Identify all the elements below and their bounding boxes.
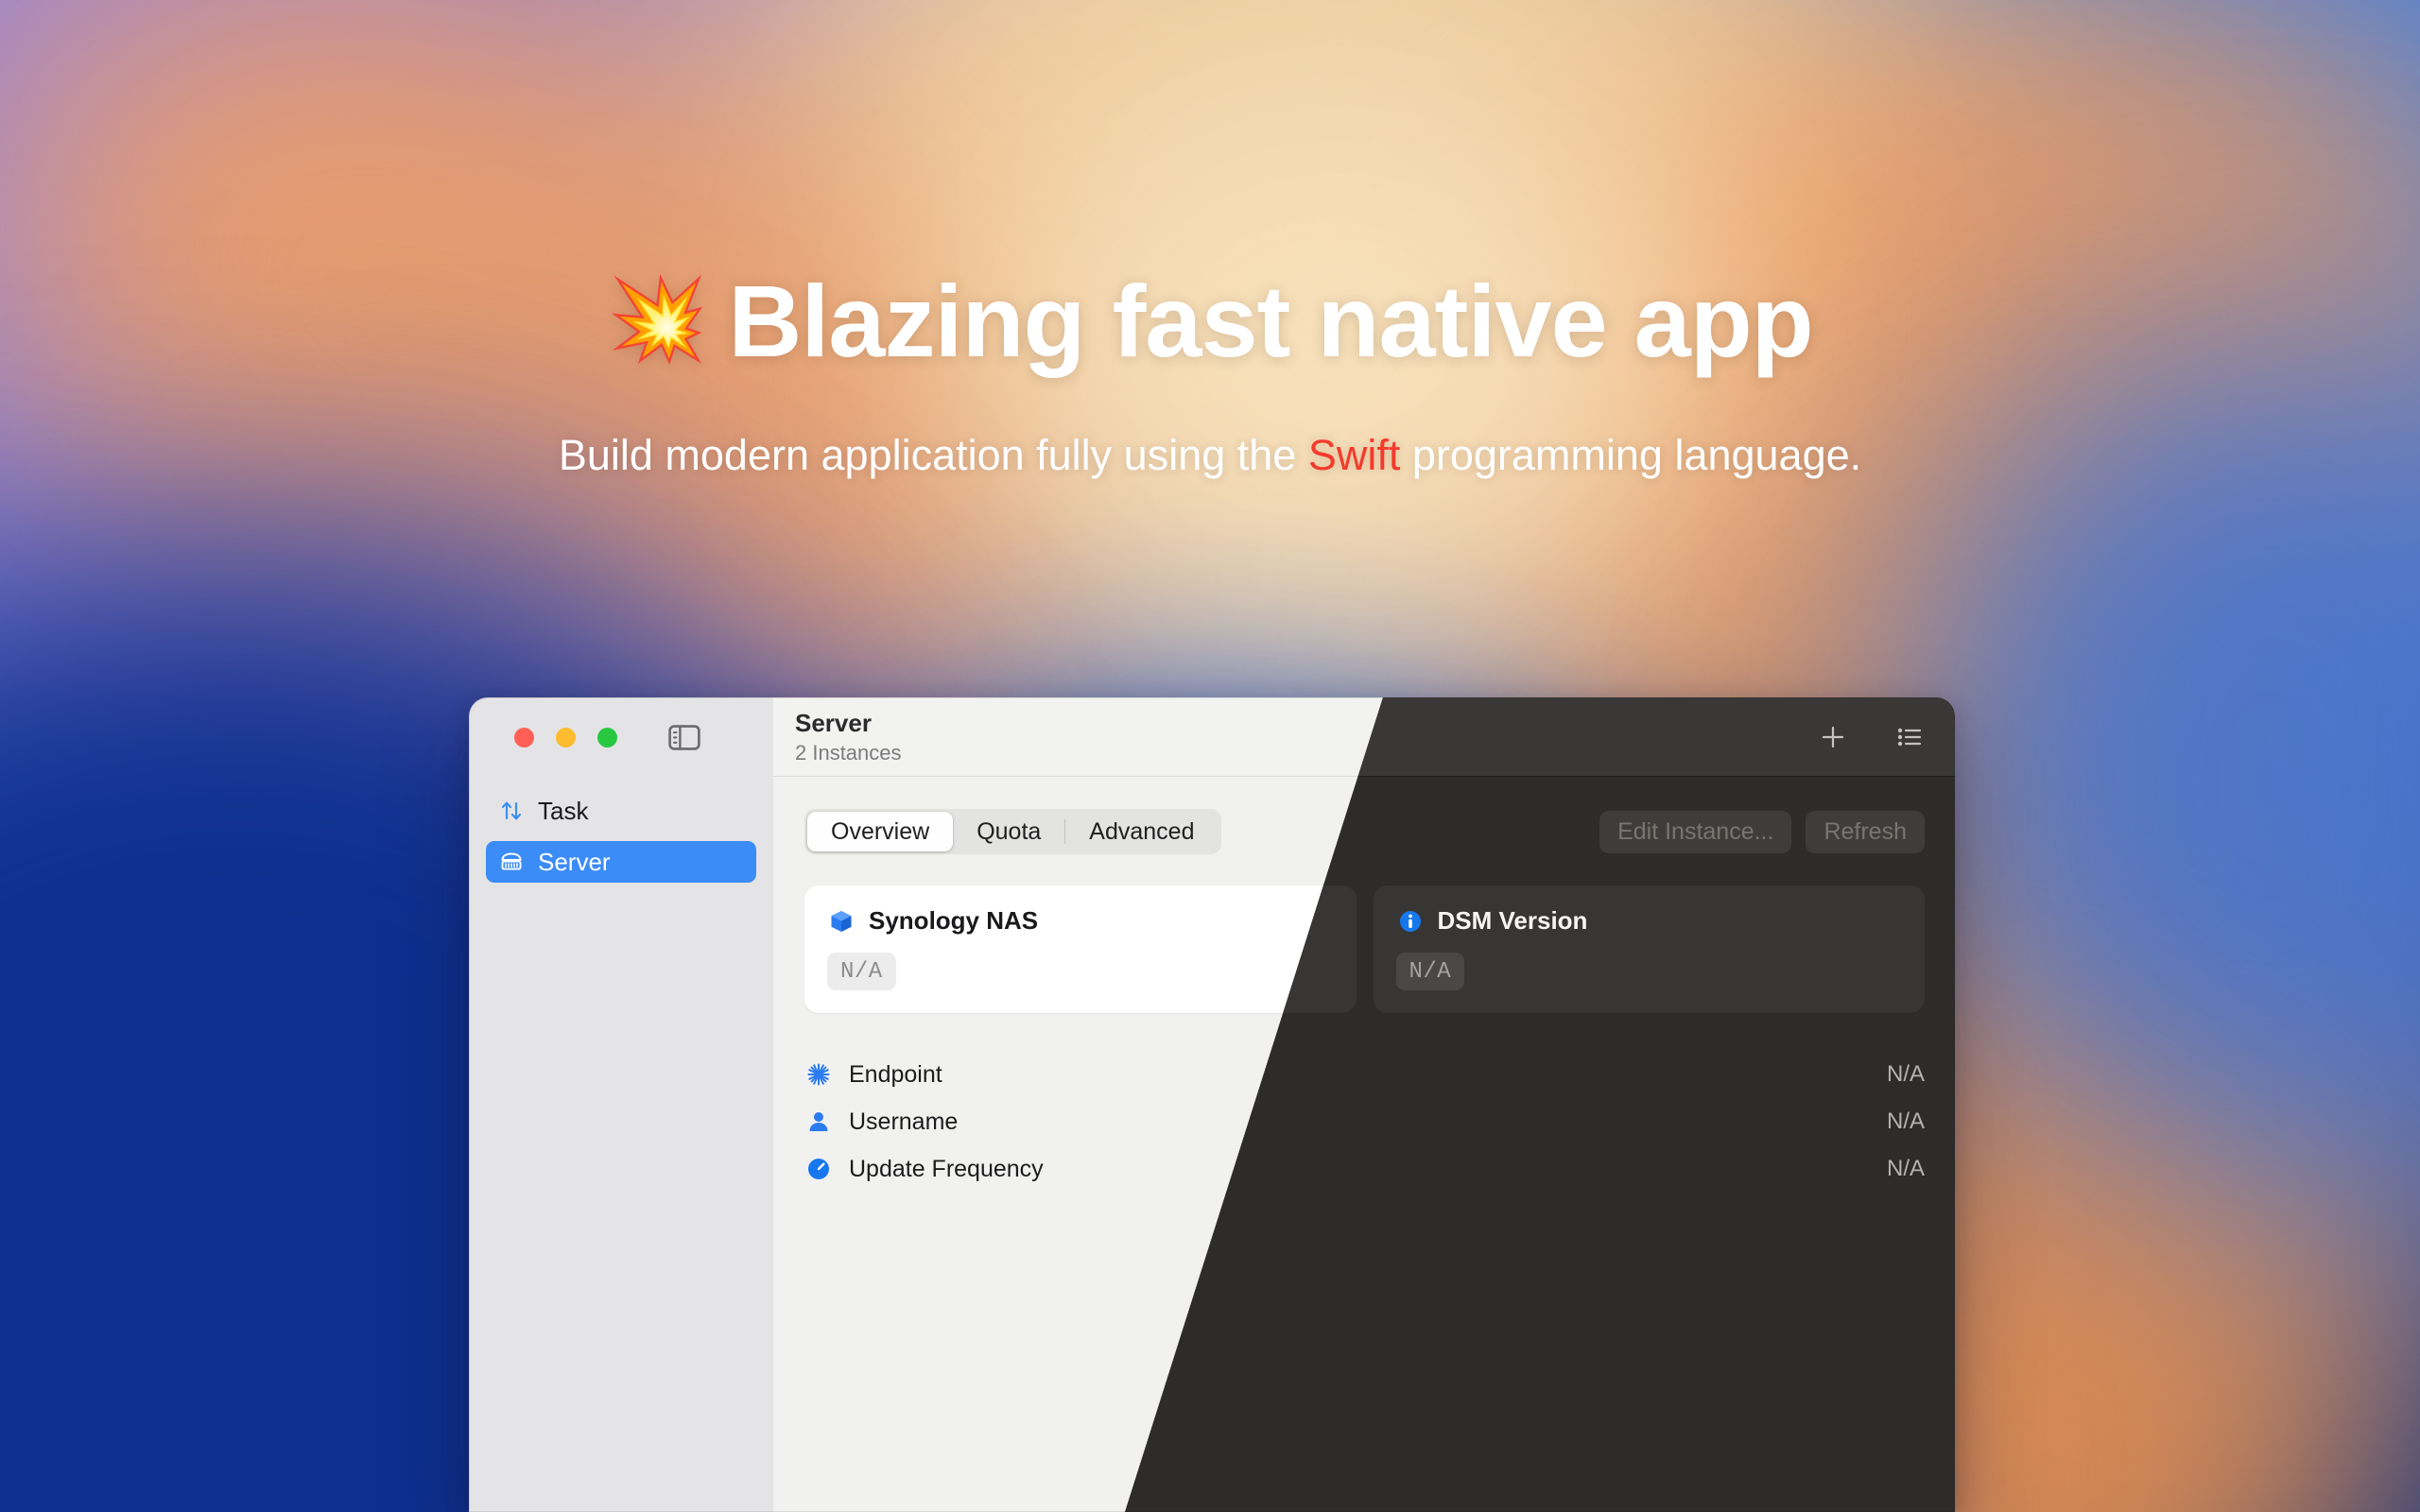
row-label: Username [849,1108,959,1135]
toolbar-titles: Server 2 Instances [795,709,902,765]
close-button[interactable] [514,727,534,747]
titlebar [469,697,773,777]
row-value: N/A [1886,1061,1925,1087]
sidebar-item-server[interactable]: Server [486,841,756,883]
sidebar: Task Server [469,697,773,1512]
row-label: Endpoint [849,1060,942,1088]
row-value: N/A [1886,1156,1925,1181]
window-controls[interactable] [514,727,617,747]
edit-instance-button[interactable]: Edit Instance... [1599,810,1792,853]
arrow-up-arrow-down-icon [498,798,525,824]
tab-quota[interactable]: Quota [953,812,1064,851]
refresh-button[interactable]: Refresh [1806,810,1925,853]
toolbar-title: Server [795,708,872,737]
sidebar-item-label: Task [538,796,589,825]
card-dsm-version: DSM Version N/A [1373,885,1925,1013]
toolbar-actions [1816,720,1927,754]
app-window: Task Server Server 2 Instances Overview … [469,697,1955,1512]
background-blob [964,57,1720,643]
card-value-badge: N/A [827,953,896,990]
add-instance-button[interactable] [1816,720,1850,754]
zoom-button[interactable] [597,727,617,747]
card-value-badge: N/A [1395,953,1465,990]
server-rack-icon [498,849,525,875]
row-label: Update Frequency [849,1155,1044,1182]
person-icon [804,1108,833,1136]
tab-advanced[interactable]: Advanced [1065,812,1218,851]
row-value: N/A [1886,1108,1925,1134]
sidebar-item-task[interactable]: Task [486,790,756,832]
card-synology-nas: Synology NAS N/A [804,885,1357,1013]
tab-overview[interactable]: Overview [807,812,954,851]
info-circle-icon [1396,907,1425,936]
list-view-button[interactable] [1893,720,1927,754]
sidebar-toggle-icon[interactable] [668,724,700,750]
sidebar-item-label: Server [538,847,611,876]
minimize-button[interactable] [556,727,576,747]
cube-box-icon [827,907,856,936]
card-title: DSM Version [1437,906,1588,935]
toolbar-subtitle: 2 Instances [795,740,902,765]
action-buttons: Edit Instance... Refresh [1599,810,1925,853]
card-title: Synology NAS [869,906,1039,935]
card-header: Synology NAS [827,906,1334,936]
gauge-clock-icon [804,1155,833,1183]
starburst-icon [804,1060,833,1089]
card-header: DSM Version [1396,906,1903,936]
sidebar-list: Task Server [469,790,773,883]
segmented-tabs: Overview Quota Advanced [804,809,1221,854]
